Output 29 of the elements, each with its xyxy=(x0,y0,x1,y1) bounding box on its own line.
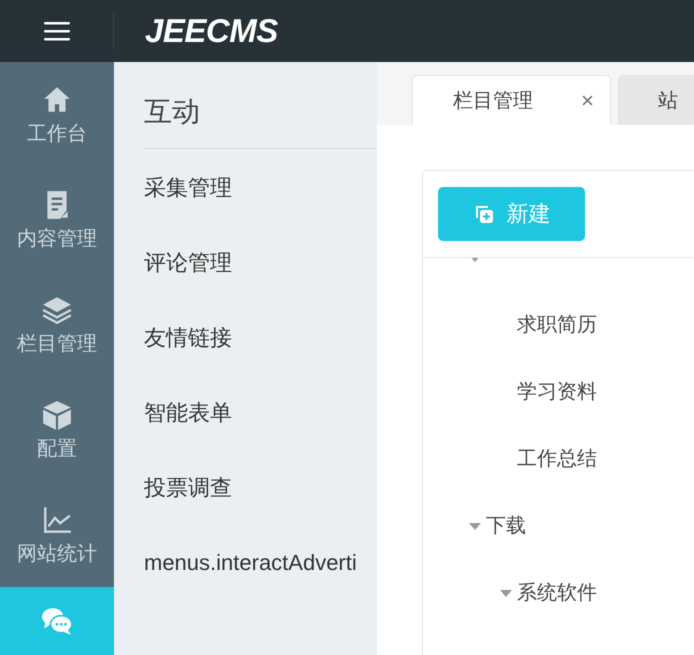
submenu-item[interactable]: 采集管理 xyxy=(144,161,232,236)
sidebar-label: 内容管理 xyxy=(17,226,97,250)
sidebar-item[interactable]: 内容管理 xyxy=(0,167,114,272)
tree-node[interactable]: 学习资料 xyxy=(517,378,597,405)
close-icon[interactable] xyxy=(582,95,593,106)
sidebar-item[interactable]: 配置 xyxy=(0,377,114,482)
submenu-item[interactable]: 评论管理 xyxy=(144,236,232,311)
chat-bubbles-icon xyxy=(41,605,73,637)
sidebar-label: 配置 xyxy=(37,436,77,460)
submenu-item[interactable]: 投票调查 xyxy=(144,461,232,536)
logo: JEECMS xyxy=(145,12,278,50)
tab[interactable]: 栏目管理 xyxy=(412,75,611,125)
sidebar-item[interactable]: 栏目管理 xyxy=(0,272,114,377)
menu-icon[interactable] xyxy=(44,21,70,41)
sidebar-item[interactable]: 网站统计 xyxy=(0,482,114,587)
sidebar-item[interactable]: 工作台 xyxy=(0,62,114,167)
tree-node[interactable]: 下载 xyxy=(486,512,526,539)
submenu-title: 互动 xyxy=(144,95,200,129)
submenu-item[interactable]: 智能表单 xyxy=(144,386,232,461)
tab[interactable]: 站 xyxy=(618,75,694,125)
sidebar-label: 工作台 xyxy=(27,122,87,146)
sidebar-label: 栏目管理 xyxy=(17,332,97,356)
cube-icon xyxy=(41,398,73,430)
tree-node[interactable]: 求职简历 xyxy=(517,311,597,338)
tree-node[interactable]: 系统软件 xyxy=(517,579,597,606)
tree-node[interactable]: 工作总结 xyxy=(517,445,597,472)
submenu-item[interactable]: menus.interactAdverti xyxy=(144,536,357,611)
submenu-item[interactable]: 友情链接 xyxy=(144,311,232,386)
sidebar-label: 网站统计 xyxy=(17,542,97,566)
